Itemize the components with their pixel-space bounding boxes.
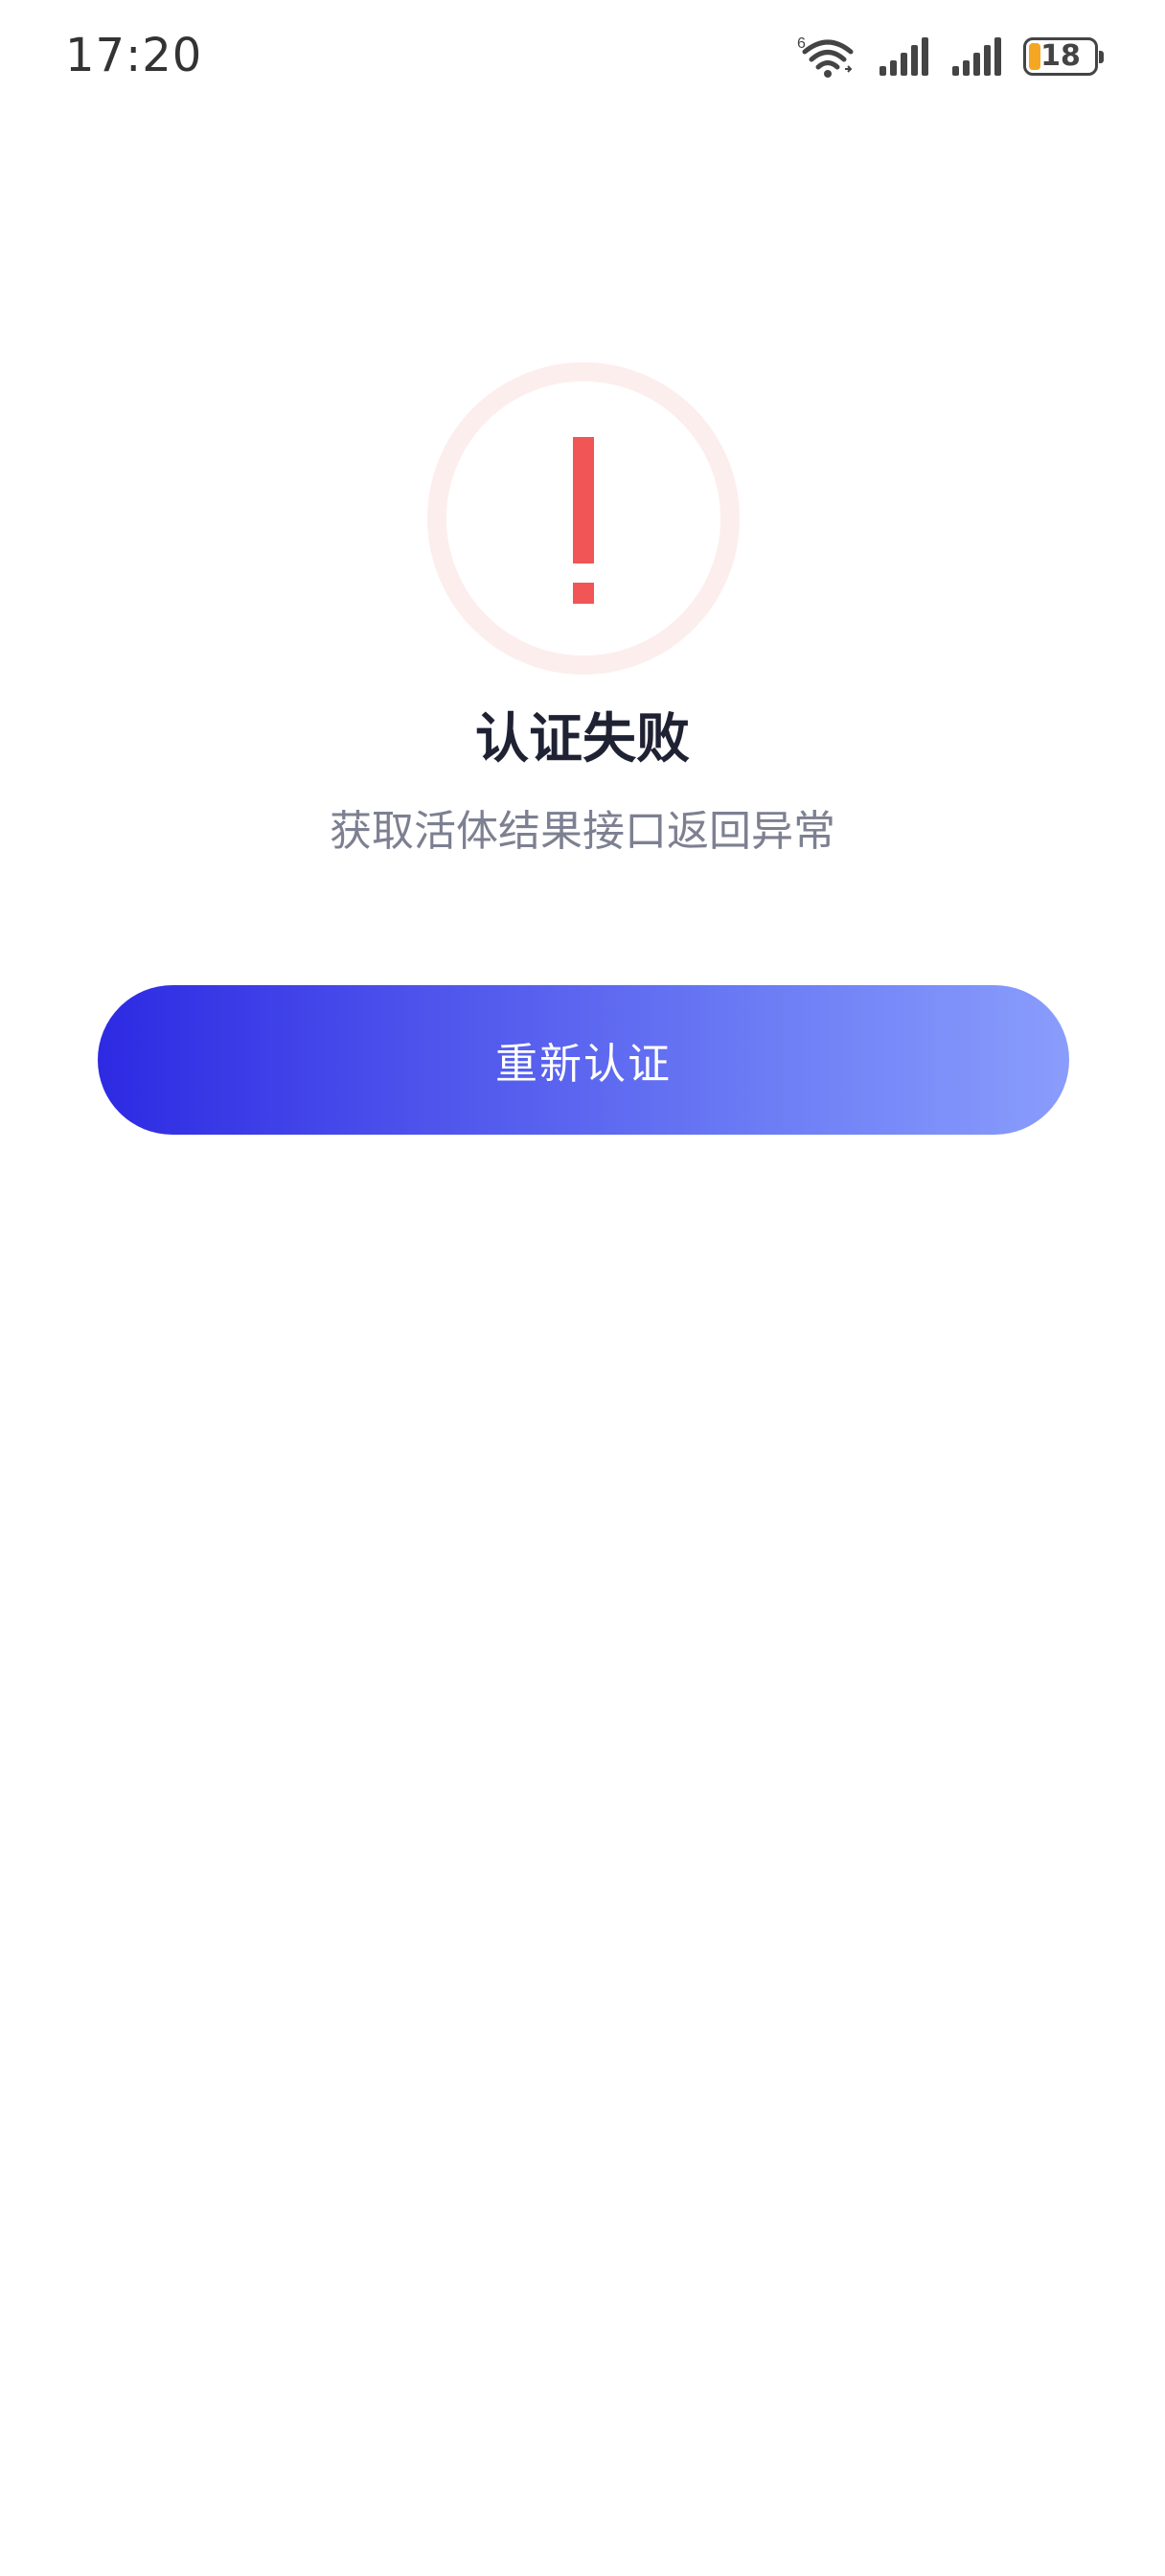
wifi-6-icon: 6 <box>797 35 854 78</box>
retry-auth-button[interactable]: 重新认证 <box>98 985 1069 1135</box>
signal-icon <box>952 37 1001 76</box>
result-message: 获取活体结果接口返回异常 <box>330 807 835 856</box>
retry-auth-label: 重新认证 <box>495 1040 672 1089</box>
exclamation-icon <box>427 362 740 675</box>
auth-failed-screen: 17:20 6 18 认证失败 获取活体结果接口返回异常 重新认证 <box>0 0 1165 2576</box>
battery-cap <box>1099 51 1104 63</box>
status-icons: 6 18 <box>797 33 1104 80</box>
result-title: 认证失败 <box>475 708 690 770</box>
battery-icon: 18 <box>1023 37 1104 76</box>
battery-level: 18 <box>1040 39 1081 73</box>
battery-fill <box>1029 43 1040 70</box>
status-time: 17:20 <box>65 29 203 82</box>
status-bar: 17:20 6 18 <box>0 0 1165 125</box>
signal-icon <box>879 37 928 76</box>
